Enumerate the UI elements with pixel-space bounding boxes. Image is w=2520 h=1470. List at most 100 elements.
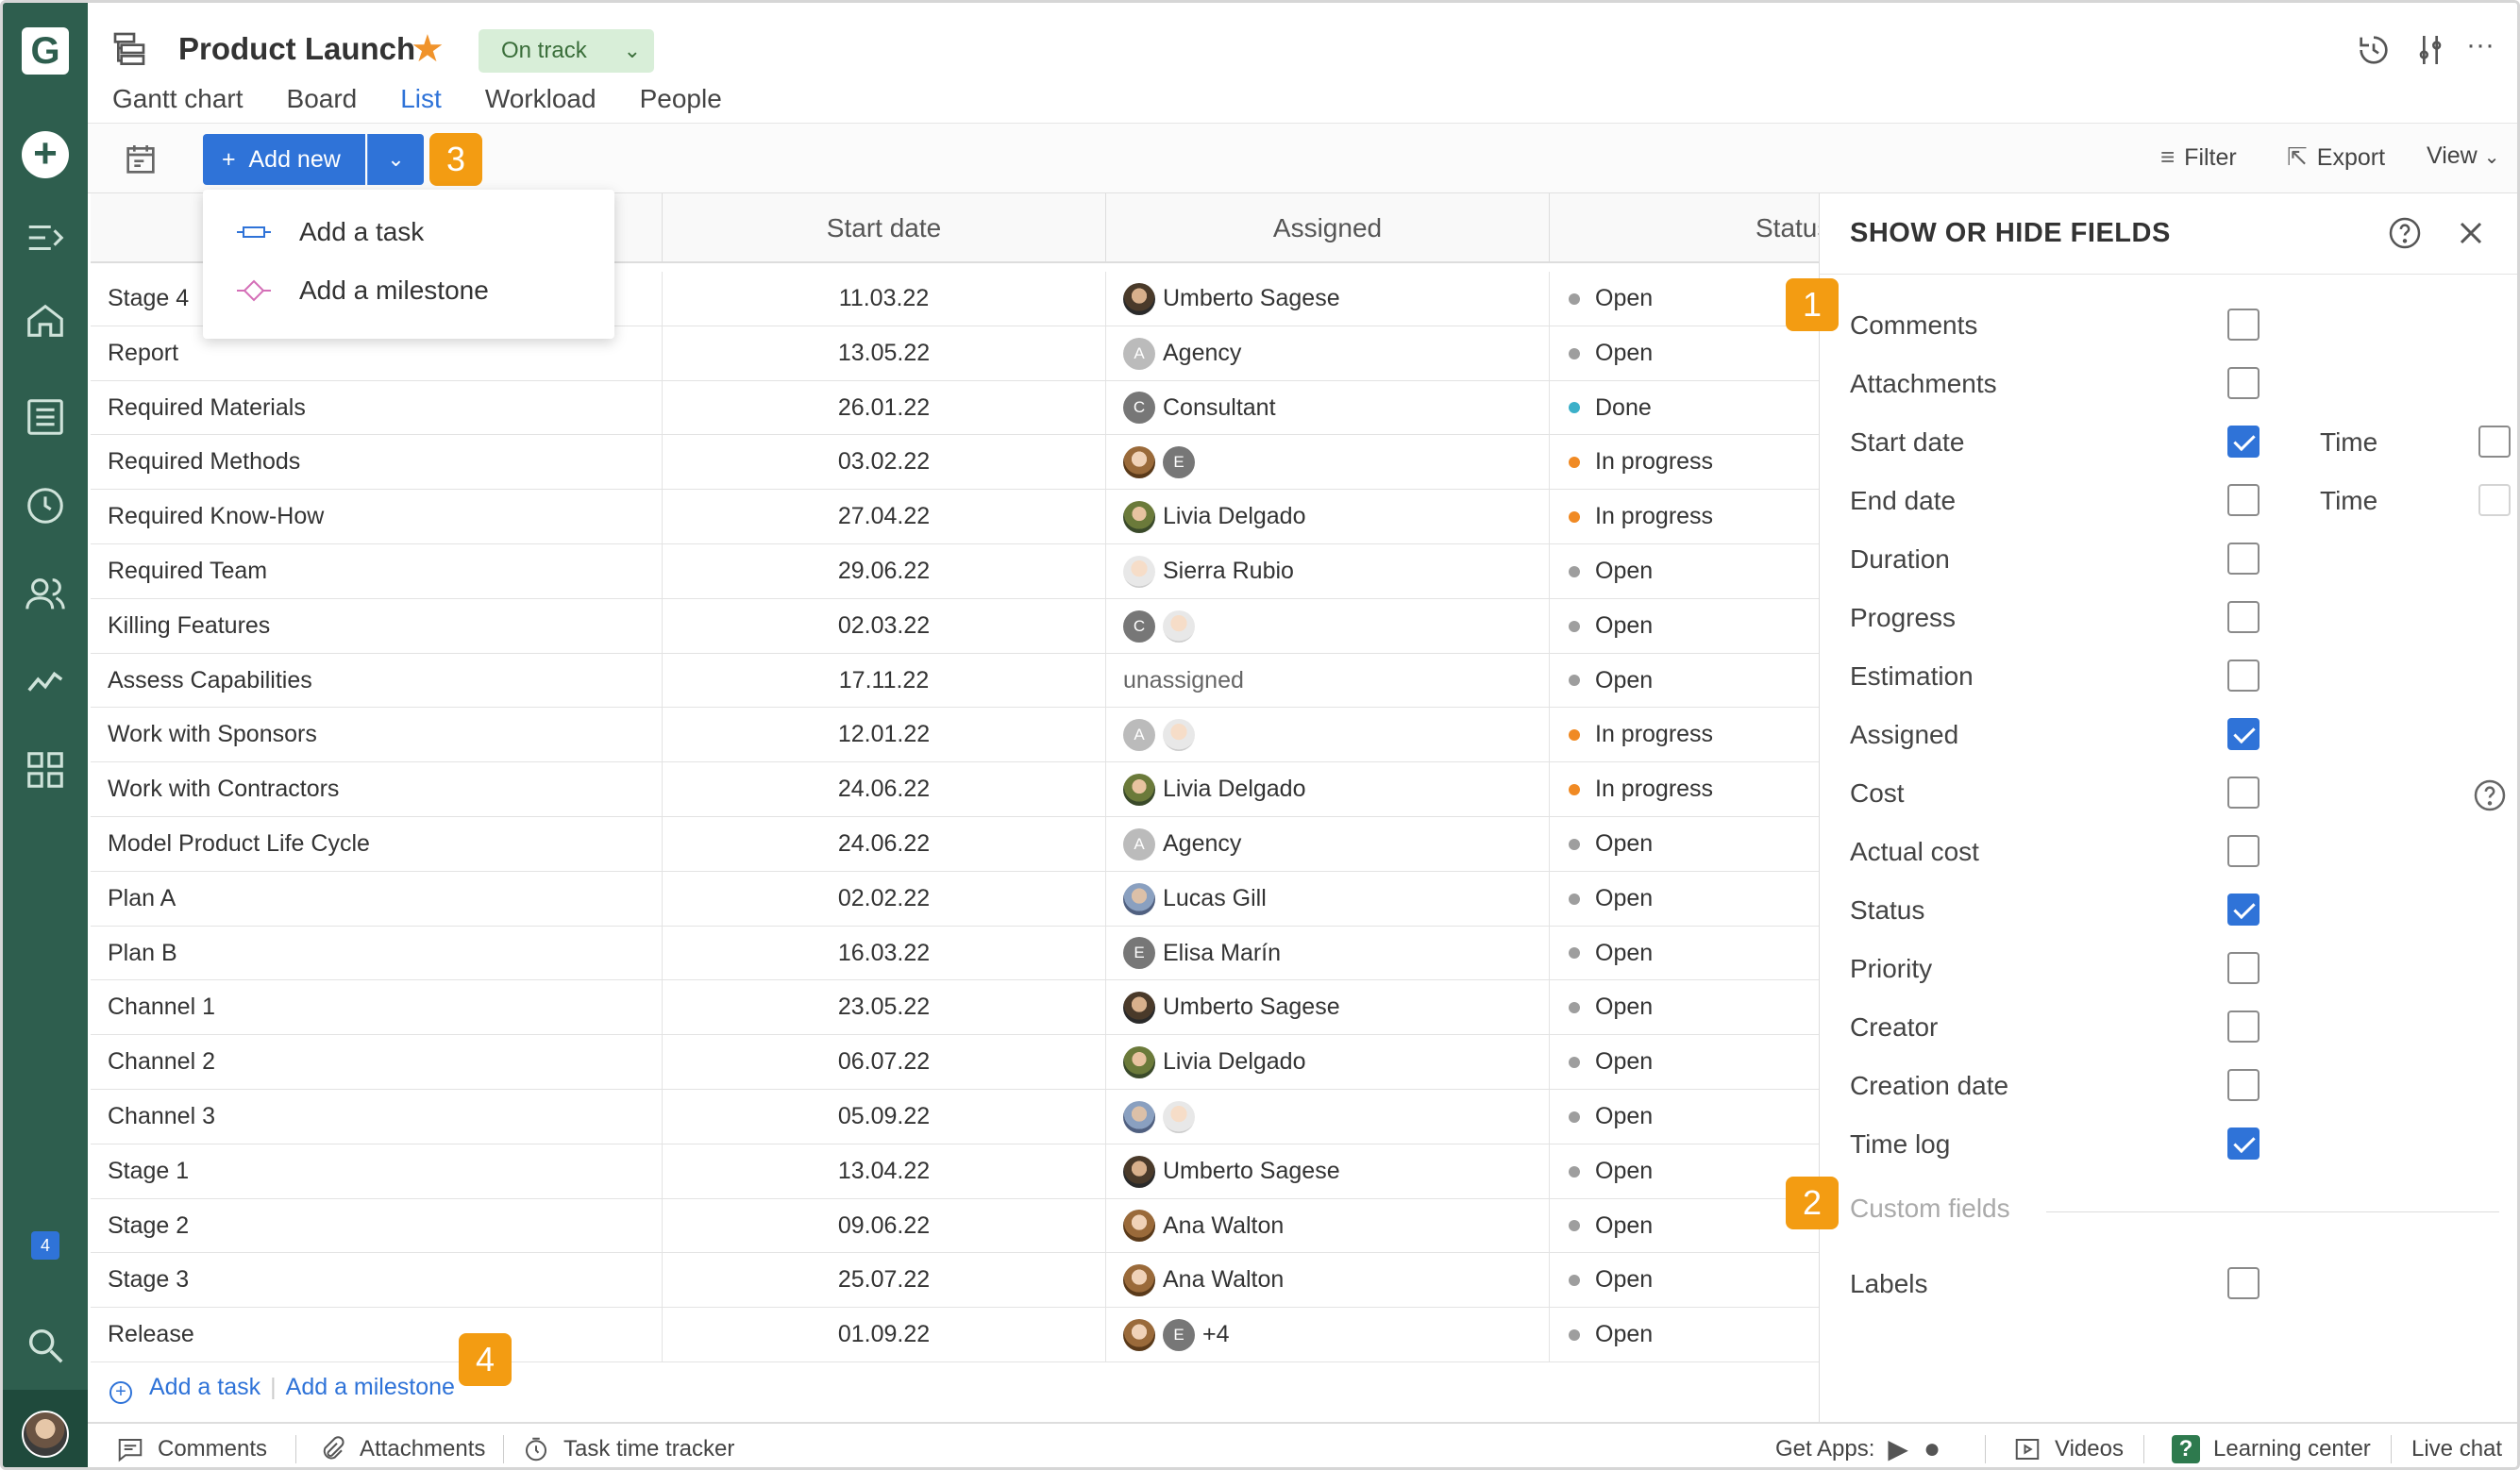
task-assigned[interactable]: A Agency <box>1105 816 1549 872</box>
task-name[interactable]: Plan B <box>108 927 655 981</box>
clock-icon[interactable] <box>24 484 67 527</box>
footer-learning-center[interactable]: ? Learning center <box>2172 1424 2371 1467</box>
task-assigned[interactable]: Livia Delgado <box>1105 490 1549 544</box>
field-checkbox[interactable] <box>2227 309 2260 341</box>
field-checkbox[interactable] <box>2227 1069 2260 1101</box>
table-row[interactable]: Channel 3 05.09.22 Open <box>91 1089 1820 1144</box>
column-status[interactable]: Status <box>1549 193 1820 263</box>
task-assigned[interactable]: Umberto Sagese <box>1105 980 1549 1036</box>
task-assigned[interactable]: Lucas Gill <box>1105 871 1549 927</box>
task-name[interactable]: Killing Features <box>108 599 655 654</box>
table-row[interactable]: Plan B 16.03.22 E Elisa Marín Open <box>91 926 1820 981</box>
footer-attachments[interactable]: Attachments <box>318 1424 485 1467</box>
task-status[interactable]: In progress <box>1549 762 1820 817</box>
task-assigned[interactable]: C <box>1105 598 1549 654</box>
task-assigned[interactable]: E <box>1105 435 1549 491</box>
task-status[interactable]: Open <box>1549 1035 1820 1090</box>
create-new-button[interactable]: + <box>22 131 69 178</box>
column-start-date[interactable]: Start date <box>662 193 1105 263</box>
task-name[interactable]: Required Know-How <box>108 490 655 544</box>
field-checkbox[interactable] <box>2227 777 2260 809</box>
field-checkbox[interactable] <box>2227 426 2260 458</box>
field-checkbox[interactable] <box>2227 367 2260 399</box>
task-assigned[interactable]: Ana Walton <box>1105 1253 1549 1309</box>
field-checkbox[interactable] <box>2227 835 2260 867</box>
field-checkbox[interactable] <box>2227 1128 2260 1160</box>
task-name[interactable]: Stage 2 <box>108 1199 655 1254</box>
task-start-date[interactable]: 23.05.22 <box>662 980 1105 1036</box>
task-status[interactable]: Open <box>1549 653 1820 709</box>
task-status[interactable]: Open <box>1549 598 1820 654</box>
task-assigned[interactable]: A Agency <box>1105 326 1549 381</box>
task-name[interactable]: Channel 1 <box>108 980 655 1035</box>
task-status[interactable]: In progress <box>1549 490 1820 544</box>
menu-item-add-task[interactable]: Add a task <box>203 203 614 261</box>
field-checkbox[interactable] <box>2227 601 2260 633</box>
google-play-icon[interactable]: ▶ <box>1888 1425 1908 1467</box>
task-start-date[interactable]: 25.07.22 <box>662 1253 1105 1309</box>
task-status[interactable]: Open <box>1549 1198 1820 1254</box>
table-row[interactable]: Release 01.09.22 E +4 Open <box>91 1308 1820 1362</box>
task-name[interactable]: Channel 2 <box>108 1035 655 1090</box>
table-row[interactable]: Killing Features 02.03.22 C Open <box>91 598 1820 654</box>
add-task-link[interactable]: Add a task <box>149 1374 260 1400</box>
task-status[interactable]: Open <box>1549 1253 1820 1309</box>
more-options-icon[interactable]: ··· <box>2466 31 2504 69</box>
task-assigned[interactable]: E Elisa Marín <box>1105 926 1549 981</box>
projects-list-icon[interactable] <box>24 395 67 439</box>
labels-checkbox[interactable] <box>2227 1267 2260 1299</box>
task-status[interactable]: Open <box>1549 816 1820 872</box>
task-assigned[interactable]: Umberto Sagese <box>1105 1144 1549 1199</box>
task-status[interactable]: Open <box>1549 1308 1820 1362</box>
field-checkbox[interactable] <box>2227 952 2260 984</box>
table-row[interactable]: Required Know-How 27.04.22 Livia Delgado In… <box>91 490 1820 544</box>
table-row[interactable]: Required Materials 26.01.22 C Consultant Don… <box>91 380 1820 436</box>
field-checkbox[interactable] <box>2227 660 2260 692</box>
task-start-date[interactable]: 13.04.22 <box>662 1144 1105 1199</box>
task-start-date[interactable]: 06.07.22 <box>662 1035 1105 1090</box>
task-status[interactable]: Open <box>1549 272 1820 326</box>
view-button[interactable]: View ⌄ <box>2427 142 2499 170</box>
reports-icon[interactable] <box>24 660 67 703</box>
calendar-icon[interactable] <box>122 141 160 178</box>
task-start-date[interactable]: 29.06.22 <box>662 543 1105 599</box>
footer-time-tracker[interactable]: Task time tracker <box>522 1424 734 1467</box>
table-row[interactable]: Required Team 29.06.22 Sierra Rubio Open <box>91 543 1820 599</box>
task-name[interactable]: Required Team <box>108 544 655 599</box>
task-status[interactable]: In progress <box>1549 435 1820 491</box>
field-checkbox[interactable] <box>2227 894 2260 926</box>
task-name[interactable]: Release <box>108 1308 655 1362</box>
field-checkbox[interactable] <box>2227 543 2260 575</box>
table-row[interactable]: Stage 3 25.07.22 Ana Walton Open <box>91 1253 1820 1309</box>
task-name[interactable]: Stage 3 <box>108 1253 655 1308</box>
task-start-date[interactable]: 12.01.22 <box>662 708 1105 763</box>
table-row[interactable]: Stage 2 09.06.22 Ana Walton Open <box>91 1198 1820 1254</box>
people-icon[interactable] <box>24 573 67 616</box>
task-assigned[interactable]: Livia Delgado <box>1105 1035 1549 1090</box>
apps-grid-icon[interactable] <box>24 748 67 792</box>
task-assigned[interactable]: Ana Walton <box>1105 1198 1549 1254</box>
task-start-date[interactable]: 05.09.22 <box>662 1089 1105 1144</box>
tab-gantt-chart[interactable]: Gantt chart <box>112 84 244 122</box>
task-start-date[interactable]: 26.01.22 <box>662 380 1105 436</box>
task-status[interactable]: Open <box>1549 1089 1820 1144</box>
export-button[interactable]: ⇱ Export <box>2287 142 2385 172</box>
add-new-button[interactable]: + Add new <box>203 134 365 185</box>
task-assigned[interactable]: unassigned <box>1105 653 1549 709</box>
table-row[interactable]: Stage 1 13.04.22 Umberto Sagese Open <box>91 1144 1820 1199</box>
start-time-checkbox[interactable] <box>2478 426 2511 458</box>
table-row[interactable]: Channel 2 06.07.22 Livia Delgado Open <box>91 1035 1820 1090</box>
task-start-date[interactable]: 09.06.22 <box>662 1198 1105 1254</box>
task-start-date[interactable]: 27.04.22 <box>662 490 1105 544</box>
task-name[interactable]: Channel 3 <box>108 1090 655 1144</box>
task-assigned[interactable]: A <box>1105 708 1549 763</box>
task-start-date[interactable]: 13.05.22 <box>662 326 1105 381</box>
expand-menu-icon[interactable] <box>24 216 67 259</box>
task-name[interactable]: Stage 1 <box>108 1144 655 1199</box>
task-status[interactable]: Open <box>1549 871 1820 927</box>
task-start-date[interactable]: 11.03.22 <box>662 272 1105 326</box>
task-name[interactable]: Plan A <box>108 872 655 927</box>
menu-item-add-milestone[interactable]: Add a milestone <box>203 261 614 320</box>
footer-live-chat[interactable]: Live chat <box>2411 1424 2502 1467</box>
task-start-date[interactable]: 02.02.22 <box>662 871 1105 927</box>
